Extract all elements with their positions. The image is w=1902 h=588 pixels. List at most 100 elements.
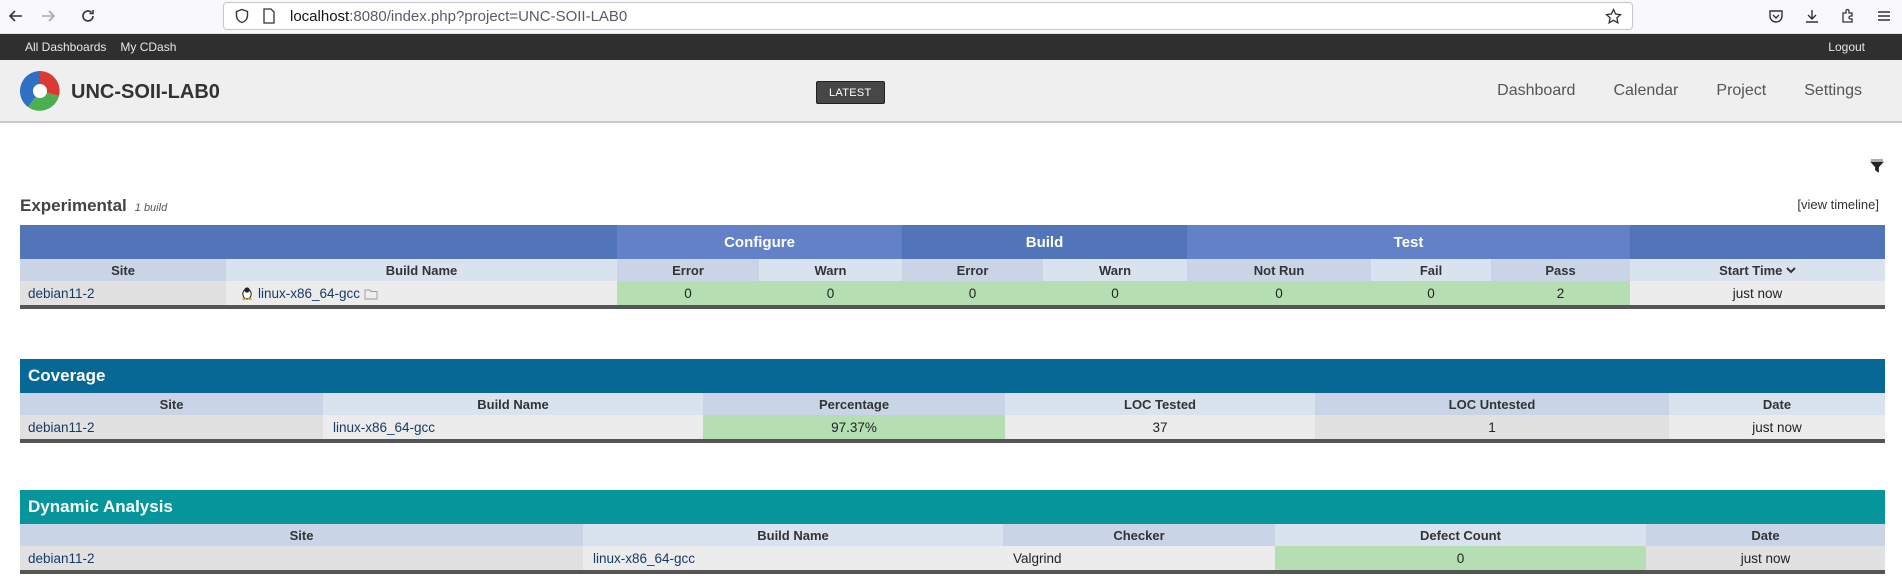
dyn-col-build-name[interactable]: Build Name <box>583 524 1003 546</box>
chevron-down-icon <box>1786 266 1796 273</box>
download-icon <box>1806 10 1818 23</box>
cdash-logo-icon[interactable] <box>19 70 61 112</box>
downloads-button[interactable] <box>1794 0 1830 32</box>
bookmark-star-icon[interactable] <box>1605 8 1622 25</box>
linux-tux-icon <box>242 286 252 300</box>
col-test-notrun[interactable]: Not Run <box>1187 259 1372 281</box>
coverage-table: Coverage Site Build Name Percentage LOC … <box>20 359 1886 443</box>
cov-col-date[interactable]: Date <box>1669 393 1886 415</box>
group-test: Test <box>1187 225 1631 259</box>
pocket-button[interactable] <box>1758 0 1794 32</box>
cov-loc-tested-value: 37 <box>1005 415 1315 443</box>
pocket-icon <box>1769 10 1783 23</box>
shield-icon[interactable] <box>234 8 250 24</box>
logout-link[interactable]: Logout <box>1828 40 1865 54</box>
my-cdash-link[interactable]: My CDash <box>120 40 176 54</box>
col-configure-warn[interactable]: Warn <box>759 259 903 281</box>
project-header: UNC-SOII-LAB0 LATEST Dashboard Calendar … <box>0 60 1902 123</box>
configure-warn-value[interactable]: 0 <box>759 281 903 309</box>
cov-build-name-link[interactable]: linux-x86_64-gcc <box>323 415 703 443</box>
col-site[interactable]: Site <box>20 259 226 281</box>
experimental-title: Experimental 1 build <box>20 196 167 216</box>
cov-percentage-value[interactable]: 97.37% <box>703 415 1005 443</box>
forward-button[interactable] <box>32 0 64 32</box>
build-error-value[interactable]: 0 <box>902 281 1044 309</box>
col-configure-error[interactable]: Error <box>617 259 759 281</box>
coverage-title: Coverage <box>20 359 1886 393</box>
cov-col-loc-tested[interactable]: LOC Tested <box>1005 393 1315 415</box>
dyn-build-name-link[interactable]: linux-x86_64-gcc <box>583 546 1003 574</box>
site-link[interactable]: debian11-2 <box>20 281 226 309</box>
col-build-warn[interactable]: Warn <box>1043 259 1188 281</box>
nav-dashboard[interactable]: Dashboard <box>1497 82 1575 100</box>
cov-site-link[interactable]: debian11-2 <box>20 415 323 443</box>
table-row: debian11-2 linux-x86_64-gcc 97.37% 37 1 … <box>20 415 1886 443</box>
dyn-site-link[interactable]: debian11-2 <box>20 546 583 574</box>
cdash-topbar: All Dashboards My CDash Logout <box>0 34 1902 60</box>
nav-project[interactable]: Project <box>1716 82 1766 100</box>
column-header-row: Site Build Name Error Warn Error Warn No… <box>20 259 1886 281</box>
experimental-title-text: Experimental <box>20 196 127 215</box>
coverage-column-row: Site Build Name Percentage LOC Tested LO… <box>20 393 1886 415</box>
cov-col-percentage[interactable]: Percentage <box>703 393 1005 415</box>
latest-button[interactable]: LATEST <box>816 81 885 104</box>
dynamic-analysis-table: Dynamic Analysis Site Build Name Checker… <box>20 490 1886 574</box>
dyn-col-date[interactable]: Date <box>1646 524 1886 546</box>
group-build: Build <box>902 225 1188 259</box>
cov-col-site[interactable]: Site <box>20 393 323 415</box>
extensions-button[interactable] <box>1830 0 1866 32</box>
hamburger-icon <box>1878 11 1890 21</box>
col-test-fail[interactable]: Fail <box>1371 259 1492 281</box>
group-header-blank-end <box>1630 225 1886 259</box>
url-text[interactable]: localhost:8080/index.php?project=UNC-SOI… <box>290 8 627 25</box>
build-count: 1 build <box>134 202 168 214</box>
all-dashboards-link[interactable]: All Dashboards <box>25 40 106 54</box>
arrow-left-icon <box>8 10 22 22</box>
test-notrun-value[interactable]: 0 <box>1187 281 1372 309</box>
filter-icon[interactable] <box>1870 159 1884 173</box>
group-header-blank <box>20 225 617 259</box>
menu-button[interactable] <box>1866 0 1902 32</box>
project-title[interactable]: UNC-SOII-LAB0 <box>71 81 220 104</box>
col-build-error[interactable]: Error <box>902 259 1044 281</box>
dyn-col-site[interactable]: Site <box>20 524 583 546</box>
reload-button[interactable] <box>72 0 104 32</box>
experimental-table: Configure Build Test Site Build Name Err… <box>20 225 1886 309</box>
dynamic-title: Dynamic Analysis <box>20 490 1886 524</box>
dyn-col-defect-count[interactable]: Defect Count <box>1275 524 1646 546</box>
test-pass-value[interactable]: 2 <box>1491 281 1631 309</box>
build-warn-value[interactable]: 0 <box>1043 281 1188 309</box>
dynamic-column-row: Site Build Name Checker Defect Count Dat… <box>20 524 1886 546</box>
url-path: :8080/index.php?project=UNC-SOII-LAB0 <box>349 7 628 25</box>
puzzle-icon <box>1842 8 1853 23</box>
dyn-defect-count-value[interactable]: 0 <box>1275 546 1646 574</box>
dyn-date-value: just now <box>1646 546 1886 574</box>
cov-col-build-name[interactable]: Build Name <box>323 393 703 415</box>
build-name-link[interactable]: linux-x86_64-gcc <box>258 286 360 301</box>
cov-col-loc-untested[interactable]: LOC Untested <box>1315 393 1669 415</box>
configure-error-value[interactable]: 0 <box>617 281 759 309</box>
coverage-header-row: Coverage <box>20 359 1886 393</box>
notes-folder-icon[interactable] <box>364 289 378 300</box>
page-icon[interactable] <box>262 8 276 24</box>
col-build-name[interactable]: Build Name <box>226 259 617 281</box>
col-start-time-label: Start Time <box>1719 262 1783 278</box>
url-host: localhost <box>290 7 350 25</box>
address-bar[interactable]: localhost:8080/index.php?project=UNC-SOI… <box>223 2 1633 30</box>
view-timeline-link[interactable]: [view timeline] <box>1797 197 1879 212</box>
col-test-pass[interactable]: Pass <box>1491 259 1631 281</box>
col-start-time[interactable]: Start Time <box>1630 259 1886 281</box>
dashboard-content: Experimental 1 build [view timeline] Conf… <box>0 123 1902 588</box>
header-nav: Dashboard Calendar Project Settings <box>1497 82 1862 100</box>
dyn-col-checker[interactable]: Checker <box>1003 524 1275 546</box>
table-row: debian11-2 linux-x86_64-gcc 0 0 0 0 0 0 … <box>20 281 1886 309</box>
group-header-row: Configure Build Test <box>20 225 1886 259</box>
nav-calendar[interactable]: Calendar <box>1613 82 1678 100</box>
nav-settings[interactable]: Settings <box>1804 82 1862 100</box>
build-name-cell: linux-x86_64-gcc <box>226 281 617 309</box>
group-configure: Configure <box>617 225 903 259</box>
arrow-right-icon <box>42 10 56 22</box>
cov-loc-untested-value: 1 <box>1315 415 1669 443</box>
back-button[interactable] <box>0 0 32 32</box>
test-fail-value[interactable]: 0 <box>1371 281 1492 309</box>
